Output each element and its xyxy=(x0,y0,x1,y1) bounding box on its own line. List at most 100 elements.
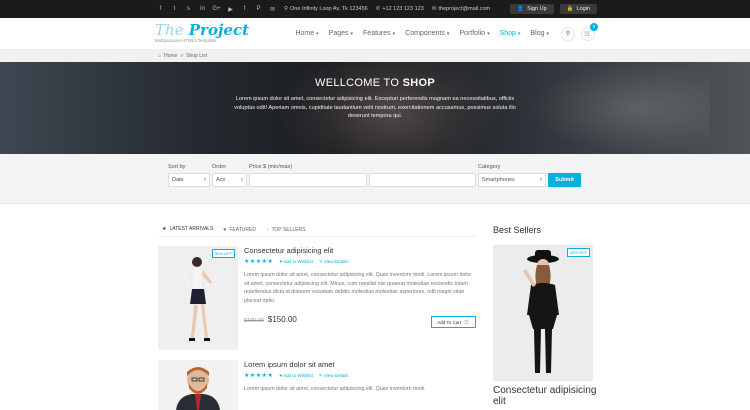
filter-bar: Sort by Date ⇕ Order Acs ⇕ Price $ (min/ma… xyxy=(0,154,750,204)
price-label: Price $ (min/max) xyxy=(249,164,293,170)
best-seller-photo xyxy=(493,245,593,381)
phone-text: +12 123 123 123 xyxy=(382,6,424,12)
search-icon: ⚲ xyxy=(565,31,571,37)
social-links: f t s in G+ ▶ f P ✉ xyxy=(155,4,278,15)
banner-fur-image xyxy=(530,62,710,154)
submit-button[interactable]: Submit xyxy=(548,173,581,187)
search-button[interactable]: ⚲ xyxy=(561,26,575,41)
shop-banner: WELLCOME TO SHOP Lorem ipsum dolor sit a… xyxy=(0,62,750,154)
chevron-down-icon: ▾ xyxy=(350,30,354,37)
map-marker-icon: ⚲ xyxy=(284,6,289,12)
best-sellers-heading: Best Sellers xyxy=(493,225,542,235)
nav-pages[interactable]: Pages ▾ xyxy=(329,30,353,37)
select-arrows-icon: ⇕ xyxy=(203,177,207,182)
old-price: $199.00 xyxy=(244,317,264,324)
view-details-link[interactable]: ✎ View Details xyxy=(319,259,349,265)
login-button[interactable]: 🔒 Login xyxy=(559,4,597,14)
nav-shop[interactable]: Shop ▾ xyxy=(500,30,521,37)
select-arrows-icon: ⇕ xyxy=(539,177,543,182)
top-bar: f t s in G+ ▶ f P ✉ ⚲ One Infinity Loop A… xyxy=(0,0,750,18)
sale-badge: 40% OFF xyxy=(566,248,590,257)
tab-top-sellers-label: TOP SELLERS xyxy=(271,226,306,233)
breadcrumb-current: Shop List xyxy=(186,53,208,59)
chevron-down-icon: ▾ xyxy=(517,30,521,37)
product-card: 30% OFF Consectetur adipisicing elit ★★★… xyxy=(158,246,476,350)
flickr-icon[interactable]: f xyxy=(239,4,250,15)
facebook-icon[interactable]: f xyxy=(155,4,166,15)
order-select[interactable]: Acs ⇕ xyxy=(212,173,247,187)
pinterest-icon[interactable]: P xyxy=(253,4,264,15)
main-header: The Project Multipurpose HTML5 Template … xyxy=(0,18,750,50)
product-photo-woman xyxy=(158,246,238,350)
chevron-down-icon: ▾ xyxy=(392,30,396,37)
view-details-link[interactable]: ✎ View Details xyxy=(319,373,349,379)
sort-value: Date xyxy=(172,177,184,183)
product-image[interactable]: 30% OFF xyxy=(158,246,238,350)
nav-portfolio[interactable]: Portfolio ▾ xyxy=(459,30,489,37)
nav-blog[interactable]: Blog ▾ xyxy=(530,30,549,37)
nav-features[interactable]: Features ▾ xyxy=(363,30,395,37)
wishlist-label: Add to Wishlist xyxy=(283,259,313,264)
sort-select[interactable]: Date ⇕ xyxy=(168,173,210,187)
tab-featured-label: FEATURED xyxy=(229,226,256,233)
chevron-down-icon: ▾ xyxy=(446,30,450,37)
order-value: Acs xyxy=(216,177,226,183)
breadcrumb-home[interactable]: Home xyxy=(164,53,177,59)
lock-icon: 🔒 xyxy=(566,6,574,12)
nav-features-label: Features xyxy=(363,30,391,37)
email-icon[interactable]: ✉ xyxy=(267,4,278,15)
best-seller-title[interactable]: Consectetur adipisicing elit xyxy=(493,385,603,407)
wishlist-label: Add to Wishlist xyxy=(283,373,313,378)
product-description: Lorem ipsum dolor sit amet, consectetur … xyxy=(244,386,426,392)
banner-text: Lorem ipsum dolor sit amet, consectetur … xyxy=(234,96,516,120)
nav-home[interactable]: Home ▾ xyxy=(295,30,318,37)
nav-shop-label: Shop xyxy=(499,30,516,37)
rating-stars: ★★★★★ xyxy=(244,259,274,265)
product-photo-man xyxy=(158,360,238,410)
product-meta: ★★★★★ ♥ Add to Wishlist ✎ View Details xyxy=(244,372,476,380)
nav-pages-label: Pages xyxy=(328,30,349,37)
wishlist-link[interactable]: ♥ Add to Wishlist xyxy=(279,373,312,378)
shopping-cart-icon: 🛒 xyxy=(464,319,470,324)
banner-title: WELLCOME TO SHOP xyxy=(0,77,750,89)
email[interactable]: ✉ theproject@mail.com xyxy=(432,6,490,12)
product-title[interactable]: Consectetur adipisicing elit xyxy=(244,246,476,255)
main-nav: Home ▾ Pages ▾ Features ▾ Components ▾ Portf… xyxy=(295,30,549,37)
cart-button[interactable]: 🛒 0 xyxy=(581,22,598,41)
contact-info: ⚲ One Infinity Loop Av, Tk 123456 ✆ +12 12… xyxy=(284,6,490,12)
nav-blog-label: Blog xyxy=(530,30,545,37)
wishlist-link[interactable]: ♥ Add to Wishlist xyxy=(279,259,312,264)
best-seller-image[interactable]: 40% OFF xyxy=(493,245,593,381)
signup-button[interactable]: 👤 Sign Up xyxy=(510,4,554,14)
product-title[interactable]: Lorem ipsum dolor sit amet xyxy=(244,360,476,369)
tab-divider xyxy=(158,236,476,237)
select-arrows-icon: ⇕ xyxy=(240,177,244,182)
banner-title-bold: SHOP xyxy=(402,77,435,89)
youtube-icon[interactable]: ▶ xyxy=(225,4,236,15)
price-max-input[interactable] xyxy=(369,173,476,187)
cart-count-badge: 0 xyxy=(590,22,598,31)
logo-project: Project xyxy=(188,21,250,40)
product-description: Lorem ipsum dolor sit amet, consectetur … xyxy=(244,272,472,305)
twitter-icon[interactable]: t xyxy=(169,4,180,15)
logo-tagline: Multipurpose HTML5 Template xyxy=(155,38,217,44)
googleplus-icon[interactable]: G+ xyxy=(211,4,222,15)
skype-icon[interactable]: s xyxy=(183,4,194,15)
rating-stars: ★★★★★ xyxy=(244,373,274,379)
view-details-label: View Details xyxy=(323,372,349,378)
login-label: Login xyxy=(576,6,590,12)
product-image[interactable] xyxy=(158,360,238,410)
breadcrumb-separator: » xyxy=(180,53,184,59)
category-select[interactable]: Smartphones ⇕ xyxy=(478,173,546,187)
nav-home-label: Home xyxy=(295,30,315,37)
arrow-up-icon: ↑ xyxy=(265,226,269,233)
add-to-cart-button[interactable]: Add To Cart 🛒 xyxy=(431,316,476,328)
linkedin-icon[interactable]: in xyxy=(197,4,208,15)
view-details-label: View Details xyxy=(323,258,349,264)
nav-components[interactable]: Components ▾ xyxy=(405,30,449,37)
product-card: Lorem ipsum dolor sit amet ★★★★★ ♥ Add t… xyxy=(158,360,476,410)
nav-portfolio-label: Portfolio xyxy=(459,30,486,37)
logo[interactable]: The Project Multipurpose HTML5 Template xyxy=(155,23,249,44)
address: ⚲ One Infinity Loop Av, Tk 123456 xyxy=(284,6,368,12)
price-min-input[interactable] xyxy=(249,173,367,187)
